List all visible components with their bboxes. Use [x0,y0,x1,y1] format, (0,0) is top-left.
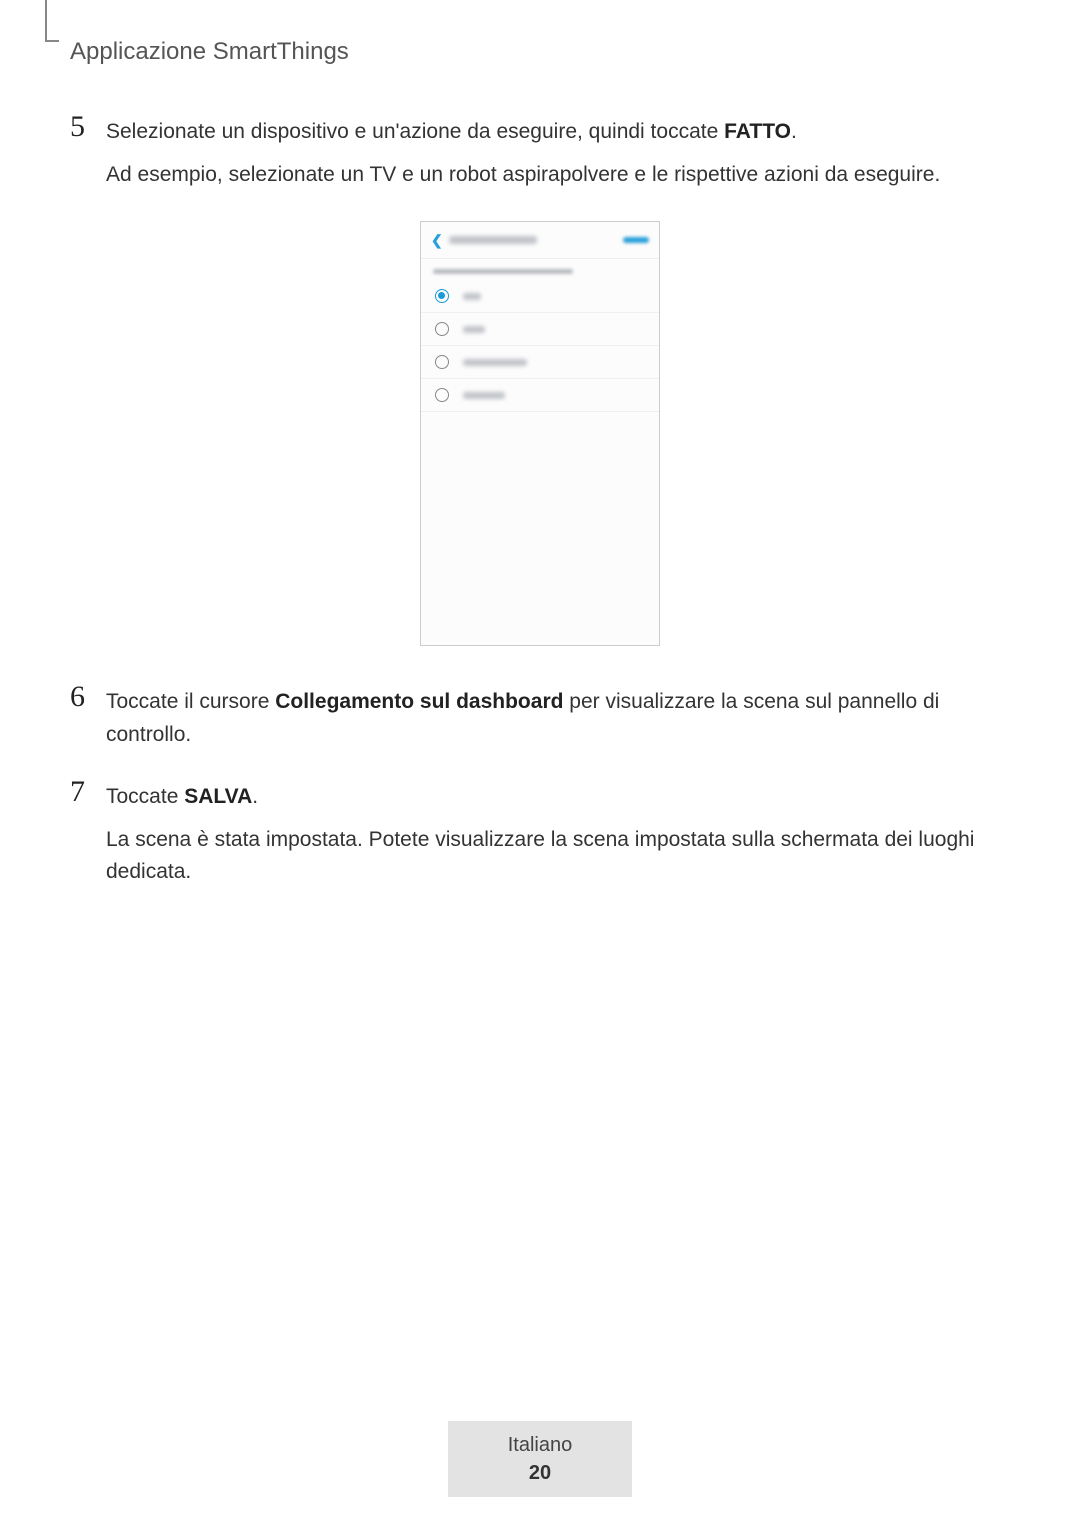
footer-box: Italiano 20 [448,1421,633,1497]
footer-page-number: 20 [508,1459,573,1487]
step-5-line-1: Selezionate un dispositivo e un'azione d… [106,116,1010,149]
strong-fatto: FATTO [724,120,791,143]
step-7-line-1: Toccate SALVA. [106,781,1010,814]
mock-option-label-blur [463,326,485,333]
mock-subheader [421,259,659,280]
step-body: Selezionate un dispositivo e un'azione d… [106,116,1010,201]
step-7: 7 Toccate SALVA. La scena è stata impost… [70,781,1010,899]
mock-header: ❮ [421,222,659,259]
back-icon: ❮ [431,232,443,249]
mock-title-blur [449,236,537,244]
mock-option-label-blur [463,392,505,399]
mock-option-label-blur [463,293,481,300]
mock-option-row [421,346,659,379]
mock-done [623,237,649,243]
step-6-line-1: Toccate il cursore Collegamento sul dash… [106,686,1010,751]
step-7-line-2: La scena è stata impostata. Potete visua… [106,824,1010,889]
text: . [791,120,797,143]
mock-done-blur [623,237,649,243]
radio-icon [435,388,449,402]
mock-option-row [421,379,659,412]
text: Toccate il cursore [106,690,275,713]
section-title: Applicazione SmartThings [70,38,1010,66]
mock-option-row [421,313,659,346]
mock-rows [421,280,659,412]
mock-subheader-blur [433,269,573,274]
page-content: Applicazione SmartThings 5 Selezionate u… [0,0,1080,899]
step-6: 6 Toccate il cursore Collegamento sul da… [70,686,1010,761]
step-5-line-2: Ad esempio, selezionate un TV e un robot… [106,159,1010,192]
mock-option-row [421,280,659,313]
strong-collegamento: Collegamento sul dashboard [275,690,563,713]
text: Selezionate un dispositivo e un'azione d… [106,120,724,143]
step-number: 5 [70,112,106,142]
step-body: Toccate il cursore Collegamento sul dash… [106,686,1010,761]
strong-salva: SALVA [184,785,252,808]
footer: Italiano 20 [0,1421,1080,1497]
corner-decoration [45,0,59,42]
text: . [252,785,258,808]
phone-mock: ❮ [420,221,660,646]
illustration-wrap: ❮ [70,221,1010,646]
mock-option-label-blur [463,359,527,366]
step-number: 7 [70,777,106,807]
step-body: Toccate SALVA. La scena è stata impostat… [106,781,1010,899]
step-5: 5 Selezionate un dispositivo e un'azione… [70,116,1010,201]
step-number: 6 [70,682,106,712]
radio-icon [435,355,449,369]
radio-icon [435,289,449,303]
text: Toccate [106,785,184,808]
radio-icon [435,322,449,336]
mock-header-left: ❮ [431,232,537,249]
footer-language: Italiano [508,1431,573,1459]
